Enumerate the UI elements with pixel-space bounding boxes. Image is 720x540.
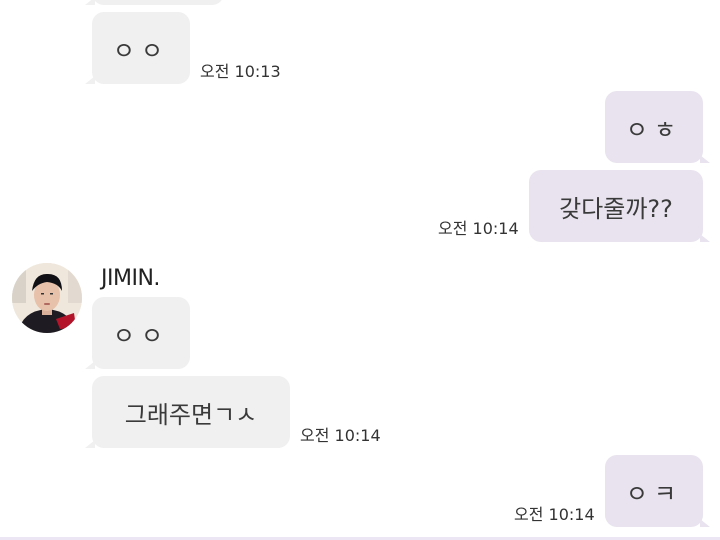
message-bubble-incoming[interactable]: 그래주면ㄱㅅ <box>85 376 290 448</box>
message-text: ㅇㅋ <box>625 479 683 508</box>
message-bubble-outgoing[interactable]: 갖다줄까?? <box>529 170 710 242</box>
message-timestamp: 오전 10:13 <box>200 62 281 81</box>
message-text: ㅇㅇ <box>112 36 170 65</box>
message-text: ㅇㅎ <box>625 115 683 144</box>
message-text: 갖다줄까?? <box>559 194 673 223</box>
message-bubble-incoming[interactable]: ㅇㅇ <box>85 297 190 369</box>
message-bubble-outgoing[interactable]: ㅇㅋ <box>605 455 710 527</box>
message-bubble-partial[interactable] <box>85 0 224 5</box>
message-timestamp: 오전 10:14 <box>438 219 519 238</box>
profile-photo-icon <box>12 263 82 333</box>
message-text: ㅇㅇ <box>112 321 170 350</box>
contact-name: JIMIN. <box>101 266 160 291</box>
message-text: 그래주면ㄱㅅ <box>124 400 258 429</box>
message-bubble-outgoing[interactable]: ㅇㅎ <box>605 91 710 163</box>
chat-view[interactable]: ㅇㅇ 오전 10:13 ㅇㅎ 오전 10:14 갖다줄까?? JIMIN. ㅇㅇ <box>0 0 720 540</box>
message-bubble-incoming[interactable]: ㅇㅇ <box>85 12 190 84</box>
message-timestamp: 오전 10:14 <box>514 505 595 524</box>
contact-avatar[interactable] <box>12 263 82 333</box>
message-timestamp: 오전 10:14 <box>300 426 381 445</box>
